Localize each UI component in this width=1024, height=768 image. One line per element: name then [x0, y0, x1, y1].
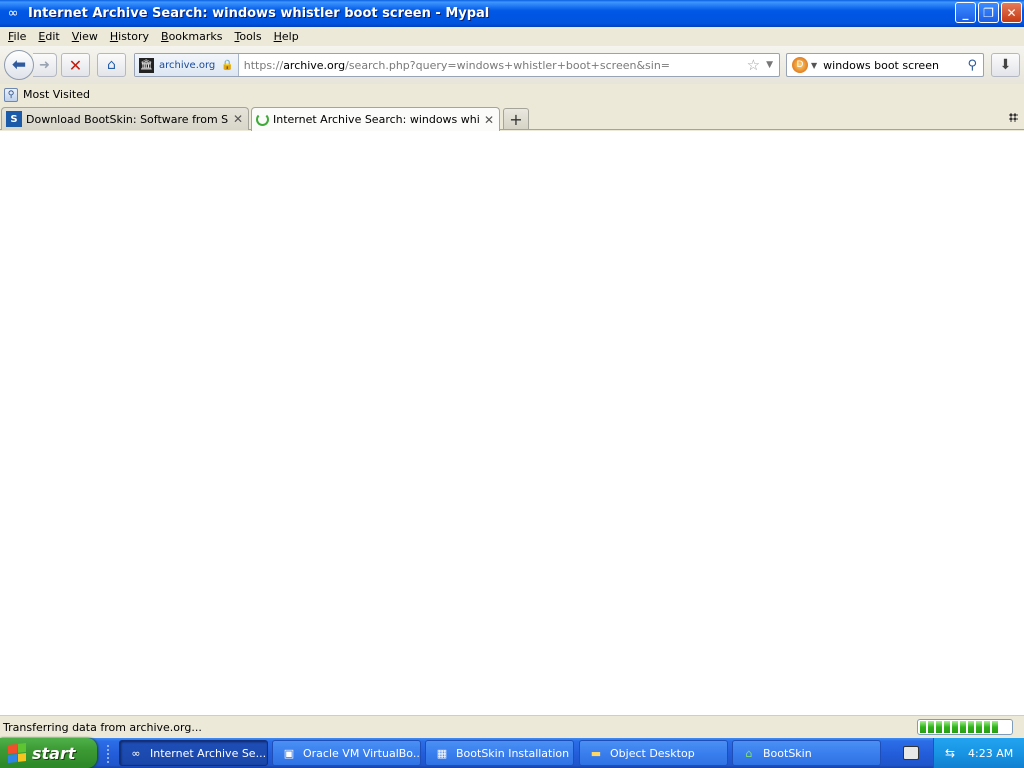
- progress-segment: [984, 721, 990, 733]
- menu-edit[interactable]: Edit: [32, 30, 65, 43]
- plus-icon: +: [509, 109, 523, 129]
- menu-history[interactable]: History: [104, 30, 155, 43]
- forward-arrow-icon: ➜: [39, 57, 50, 73]
- search-bar[interactable]: D ▼ windows boot screen ⚲: [786, 53, 984, 77]
- forward-button[interactable]: ➜: [33, 53, 57, 77]
- tab-label: Download BootSkin: Software from Stard..…: [26, 112, 228, 126]
- taskbar-item-label: BootSkin Installation: [456, 746, 570, 760]
- mypal-app-icon[interactable]: ∞: [5, 6, 21, 22]
- taskbar-grip[interactable]: [106, 744, 110, 764]
- url-bar[interactable]: 🏛 archive.org 🔒 https://archive.org/sear…: [134, 53, 780, 77]
- download-arrow-icon: ⬇: [999, 57, 1012, 73]
- virtualbox-icon: ▣: [283, 746, 295, 760]
- status-text: Transferring data from archive.org...: [3, 720, 202, 734]
- loading-progress-bar: [917, 719, 1013, 735]
- start-label: start: [32, 743, 76, 763]
- installer-icon: ▦: [436, 746, 448, 760]
- progress-segment: [920, 721, 926, 733]
- taskbar-item-label: BootSkin: [763, 746, 812, 760]
- taskbar: start ∞ Internet Archive Se... ▣ Oracle …: [0, 738, 1024, 768]
- taskbar-clock[interactable]: 4:23 AM: [968, 747, 1013, 760]
- tab-archive-search[interactable]: Internet Archive Search: windows whistl.…: [251, 107, 500, 131]
- stardock-favicon-icon: S: [6, 111, 22, 127]
- search-input[interactable]: windows boot screen: [823, 59, 967, 72]
- all-tabs-icon[interactable]: [1009, 113, 1018, 122]
- archive-site-icon: 🏛: [139, 57, 154, 73]
- progress-segment: [960, 721, 966, 733]
- bookmark-star-icon[interactable]: ☆: [747, 56, 760, 74]
- menu-help[interactable]: Help: [268, 30, 305, 43]
- restore-button[interactable]: ❐: [978, 2, 999, 23]
- search-go-icon[interactable]: ⚲: [967, 58, 977, 73]
- system-tray: ⇆ 4:23 AM: [933, 738, 1024, 768]
- window-titlebar[interactable]: ∞ Internet Archive Search: windows whist…: [0, 0, 1024, 27]
- most-visited-icon: ⚲: [4, 87, 18, 102]
- minimize-button[interactable]: _: [955, 2, 976, 23]
- stop-x-icon: ✕: [68, 55, 83, 75]
- tab-close-icon[interactable]: ✕: [483, 113, 495, 127]
- window-controls: _ ❐ ✕: [955, 2, 1022, 23]
- lock-icon: 🔒: [221, 59, 234, 71]
- network-icon[interactable]: ⇆: [942, 745, 958, 761]
- progress-segment: [944, 721, 950, 733]
- taskbar-item-label: Object Desktop: [610, 746, 695, 760]
- back-button[interactable]: ⬅: [4, 50, 34, 80]
- menu-view[interactable]: View: [66, 30, 104, 43]
- url-dropdown-icon[interactable]: ▼: [766, 60, 773, 70]
- tab-close-icon[interactable]: ✕: [232, 112, 244, 126]
- windows-logo-icon: [8, 743, 26, 763]
- menu-tools[interactable]: Tools: [228, 30, 267, 43]
- bookmark-most-visited[interactable]: Most Visited: [23, 88, 90, 101]
- window-title: Internet Archive Search: windows whistle…: [28, 6, 490, 21]
- taskbar-item-object-desktop[interactable]: ▬ Object Desktop: [579, 740, 728, 766]
- loading-throbber-icon: [256, 113, 269, 126]
- menu-bar: File Edit View History Bookmarks Tools H…: [0, 27, 1024, 46]
- bookmarks-toolbar: ⚲ Most Visited: [0, 84, 1024, 105]
- start-button[interactable]: start: [0, 738, 97, 768]
- url-input[interactable]: https://archive.org/search.php?query=win…: [244, 59, 747, 72]
- page-content[interactable]: [0, 131, 1024, 715]
- mypal-icon: ∞: [131, 746, 141, 760]
- menu-bookmarks[interactable]: Bookmarks: [155, 30, 228, 43]
- taskbar-item-bootskin-installation[interactable]: ▦ BootSkin Installation: [425, 740, 574, 766]
- navigation-toolbar: ➜ ⬅ ✕ ⌂ 🏛 archive.org 🔒 https://archive.…: [0, 46, 1024, 84]
- back-arrow-icon: ⬅: [11, 55, 27, 75]
- progress-segment: [936, 721, 942, 733]
- taskbar-item-virtualbox[interactable]: ▣ Oracle VM VirtualBo...: [272, 740, 421, 766]
- home-button[interactable]: ⌂: [97, 53, 126, 77]
- taskbar-item-mypal[interactable]: ∞ Internet Archive Se...: [119, 740, 268, 766]
- home-icon: ⌂: [107, 57, 116, 73]
- close-button[interactable]: ✕: [1001, 2, 1022, 23]
- progress-segment: [952, 721, 958, 733]
- keyboard-layout-icon[interactable]: [903, 746, 919, 760]
- engine-dropdown-icon[interactable]: ▼: [811, 61, 817, 70]
- stop-button[interactable]: ✕: [61, 53, 90, 77]
- progress-segment: [992, 721, 998, 733]
- url-prefix: https://: [243, 58, 284, 72]
- tab-label: Internet Archive Search: windows whistl.…: [273, 113, 479, 126]
- status-bar: Transferring data from archive.org...: [0, 715, 1024, 738]
- taskbar-item-bootskin[interactable]: ⌂ BootSkin: [732, 740, 881, 766]
- new-tab-button[interactable]: +: [503, 108, 529, 129]
- folder-icon: ▬: [590, 746, 602, 760]
- bootskin-icon: ⌂: [745, 746, 753, 760]
- url-path: /search.php?query=windows+whistler+boot+…: [345, 58, 671, 72]
- tab-bootskin-download[interactable]: S Download BootSkin: Software from Stard…: [1, 107, 249, 130]
- site-identity-label: archive.org: [159, 59, 216, 71]
- progress-segment: [928, 721, 934, 733]
- url-host: archive.org: [283, 58, 346, 72]
- tab-strip: S Download BootSkin: Software from Stard…: [0, 105, 1024, 131]
- site-identity-button[interactable]: 🏛 archive.org 🔒: [135, 54, 239, 76]
- menu-file[interactable]: File: [2, 30, 32, 43]
- progress-segment: [968, 721, 974, 733]
- progress-segment: [976, 721, 982, 733]
- downloads-button[interactable]: ⬇: [991, 53, 1020, 77]
- taskbar-item-label: Internet Archive Se...: [150, 746, 267, 760]
- search-engine-icon[interactable]: D: [792, 57, 808, 73]
- taskbar-item-label: Oracle VM VirtualBo...: [303, 746, 420, 760]
